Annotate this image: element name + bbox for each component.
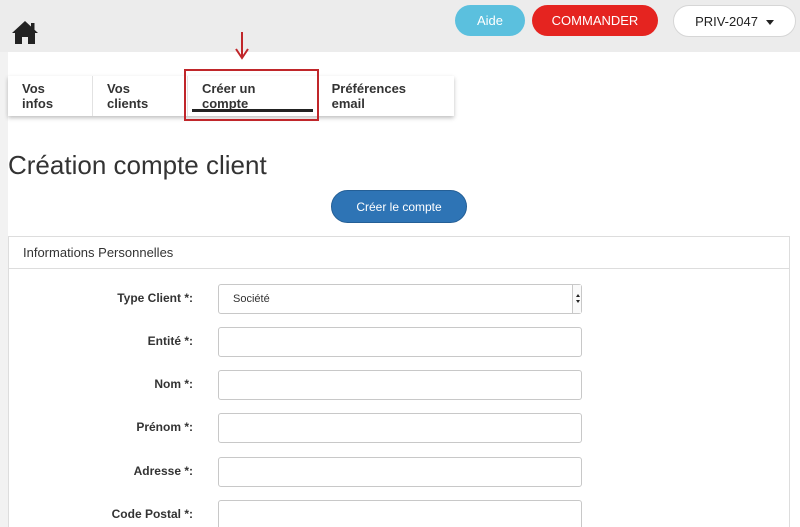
code-postal-label: Code Postal *: [111,507,193,521]
order-button[interactable]: COMMANDER [532,5,658,36]
type-client-label: Type Client *: [117,291,193,305]
home-icon[interactable] [10,18,40,46]
select-arrows-icon [572,285,581,313]
nom-input[interactable] [218,370,582,400]
prenom-input[interactable] [218,413,582,443]
prenom-label: Prénom *: [136,420,193,434]
tab-vos-clients[interactable]: Vos clients [93,76,188,116]
tab-label: Créer un compte [201,81,256,111]
form-row-type-client: Type Client *: Société [9,284,791,314]
tab-label: Vos clients [107,81,149,111]
tab-preferences-email[interactable]: Préférences email [318,76,454,116]
code-postal-input[interactable] [218,500,582,527]
nom-label: Nom *: [154,377,193,391]
form-row-entite: Entité *: [9,327,791,357]
top-bar: Aide COMMANDER PRIV-2047 [0,0,800,52]
tab-creer-un-compte[interactable]: Créer un compte [188,76,318,116]
adresse-input[interactable] [218,457,582,487]
create-account-button[interactable]: Créer le compte [331,190,467,223]
type-client-value: Société [233,293,270,305]
form-row-code-postal: Code Postal *: [9,500,791,527]
chevron-down-icon [765,19,774,25]
personal-info-panel: Informations Personnelles Type Client *:… [8,236,790,527]
account-dropdown[interactable]: PRIV-2047 [673,5,796,37]
entite-input[interactable] [218,327,582,357]
form-row-adresse: Adresse *: [9,457,791,487]
help-button[interactable]: Aide [455,5,525,36]
tab-label: Préférences email [331,81,407,111]
entite-label: Entité *: [147,334,193,348]
arrow-down-icon [235,32,249,60]
tab-label: Vos infos [22,81,54,111]
type-client-select[interactable]: Société [218,284,582,314]
adresse-label: Adresse *: [133,464,193,478]
form-row-prenom: Prénom *: [9,413,791,443]
page-title: Création compte client [8,150,267,180]
panel-title: Informations Personnelles [9,237,789,269]
account-tabs: Vos infos Vos clients Créer un compte Pr… [8,76,454,116]
account-label: PRIV-2047 [695,13,758,29]
form-row-nom: Nom *: [9,370,791,400]
tab-vos-infos[interactable]: Vos infos [8,76,94,116]
